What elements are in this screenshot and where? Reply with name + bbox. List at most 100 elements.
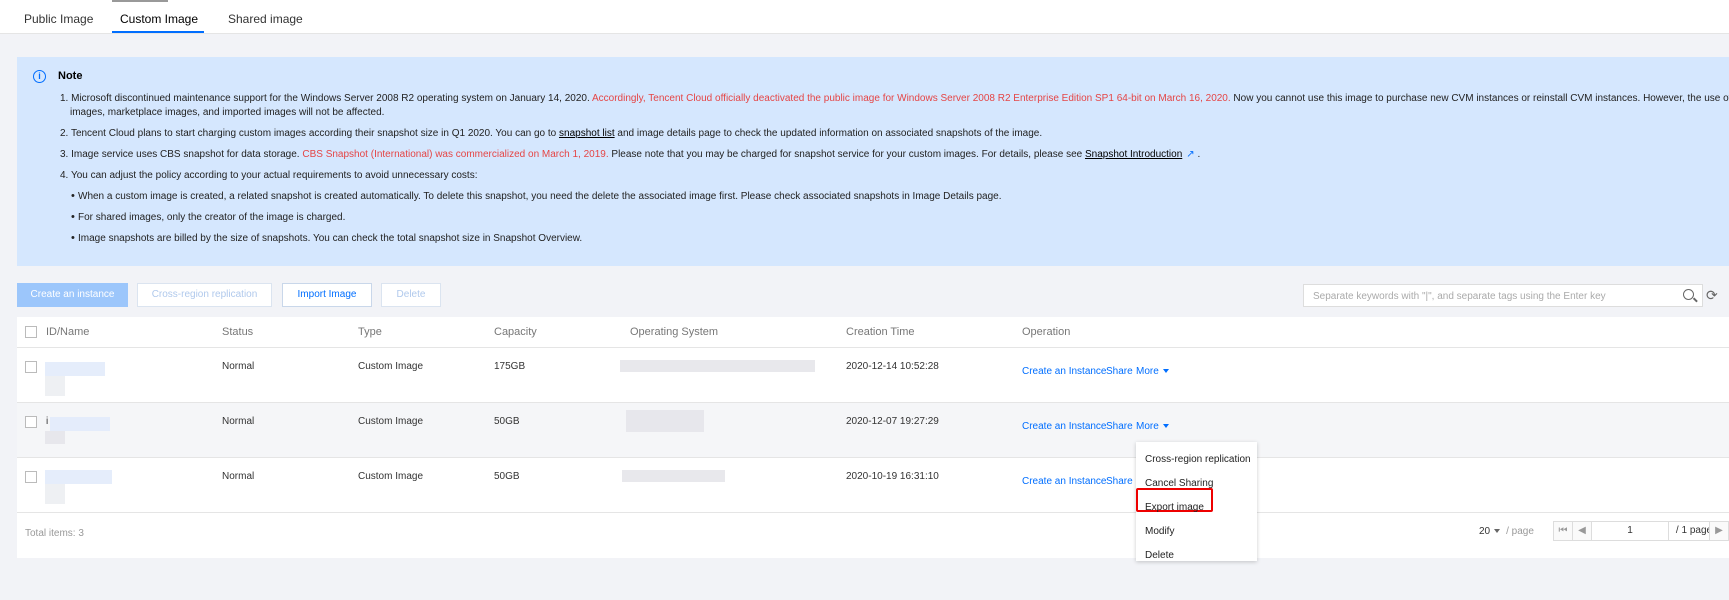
creation-time-text: 2020-12-14 10:52:28 <box>846 361 939 372</box>
more-dropdown-menu: Cross-region replication Cancel Sharing … <box>1136 442 1257 561</box>
note-item-4: 4. You can adjust the policy according t… <box>60 170 478 181</box>
create-instance-link[interactable]: Create an Instance <box>1022 366 1107 377</box>
row-checkbox[interactable] <box>25 361 37 373</box>
tab-public-image[interactable]: Public Image <box>24 12 93 26</box>
redacted-name <box>45 484 65 504</box>
column-header-id-name: ID/Name <box>46 326 90 338</box>
more-dropdown[interactable]: More <box>1136 421 1169 432</box>
row-checkbox[interactable] <box>25 471 37 483</box>
external-link-icon[interactable]: ↗ <box>1186 149 1194 160</box>
share-link[interactable]: Share <box>1106 476 1133 487</box>
search-icon[interactable] <box>1683 289 1694 300</box>
note-bullet: When a custom image is created, a relate… <box>71 189 1001 204</box>
more-dropdown[interactable]: More <box>1136 366 1169 377</box>
note-item-1-cont: images, marketplace images, and imported… <box>70 107 385 118</box>
tab-custom-image[interactable]: Custom Image <box>120 12 198 26</box>
note-text: and image details page to check the upda… <box>614 128 1043 139</box>
more-label: More <box>1136 421 1159 432</box>
status-text: Normal <box>222 361 255 372</box>
snapshot-introduction-link[interactable]: Snapshot Introduction <box>1085 149 1182 160</box>
table-row: Normal Custom Image 175GB 2020-12-14 10:… <box>17 348 1729 403</box>
type-text: Custom Image <box>358 471 424 482</box>
create-instance-button[interactable]: Create an instance <box>17 283 128 307</box>
capacity-text: 175GB <box>494 361 526 372</box>
status-text: Normal <box>222 416 255 427</box>
page-size-select[interactable]: 20 / page <box>1479 526 1534 537</box>
chevron-down-icon <box>1494 529 1501 534</box>
type-text: Custom Image <box>358 416 424 427</box>
note-bullet: For shared images, only the creator of t… <box>71 210 345 225</box>
refresh-icon[interactable]: ⟳ <box>1706 287 1718 304</box>
create-instance-link[interactable]: Create an Instance <box>1022 421 1107 432</box>
share-link[interactable]: Share <box>1106 421 1133 432</box>
redacted-id <box>45 470 112 484</box>
table-row: Normal Custom Image 50GB 2020-10-19 16:3… <box>17 458 1729 513</box>
capacity-text: 50GB <box>494 471 520 482</box>
note-title: Note <box>58 70 83 82</box>
next-page-button[interactable]: ▶ <box>1709 521 1729 541</box>
table-row: i Normal Custom Image 50GB 2020-12-07 19… <box>17 403 1729 458</box>
redacted-os <box>622 470 725 482</box>
chevron-down-icon <box>1162 369 1169 374</box>
note-item-3: 3. Image service uses CBS snapshot for d… <box>60 148 1200 162</box>
note-text: Please note that you may be charged for … <box>608 149 1085 160</box>
redacted-os <box>626 410 704 432</box>
page-number-input[interactable]: 1 <box>1591 521 1669 541</box>
delete-button[interactable]: Delete <box>381 283 441 307</box>
redacted-name <box>45 431 65 444</box>
note-warning-text: Accordingly, Tencent Cloud officially de… <box>591 93 1231 104</box>
note-text: 3. Image service uses CBS snapshot for d… <box>60 149 303 160</box>
total-items: Total items: 3 <box>25 528 84 539</box>
table-header: ID/Name Status Type Capacity Operating S… <box>17 317 1729 348</box>
note-item-1: 1. Microsoft discontinued maintenance su… <box>60 92 1729 106</box>
note-panel: i Note 1. Microsoft discontinued mainten… <box>17 57 1729 266</box>
creation-time-text: 2020-12-07 19:27:29 <box>846 416 939 427</box>
status-text: Normal <box>222 471 255 482</box>
column-header-operation: Operation <box>1022 326 1071 338</box>
redacted-name <box>45 376 65 396</box>
tab-shared-image[interactable]: Shared image <box>228 12 303 26</box>
page-size-value: 20 <box>1479 526 1491 537</box>
note-text: 1. Microsoft discontinued maintenance su… <box>60 93 592 104</box>
page-size-unit: / page <box>1506 526 1534 537</box>
menu-item-modify[interactable]: Modify <box>1145 526 1174 537</box>
menu-item-export-image[interactable]: Export image <box>1145 502 1204 513</box>
column-header-type: Type <box>358 326 382 338</box>
menu-item-delete[interactable]: Delete <box>1145 550 1174 561</box>
redacted-id <box>45 362 105 376</box>
active-tab-underline <box>112 31 204 33</box>
note-bullet: Image snapshots are billed by the size o… <box>71 231 582 246</box>
search-placeholder: Separate keywords with "|", and separate… <box>1313 291 1606 302</box>
note-text: 2. Tencent Cloud plans to start charging… <box>60 128 560 139</box>
type-text: Custom Image <box>358 361 424 372</box>
redacted-os <box>620 360 815 372</box>
redacted-id <box>50 417 110 431</box>
menu-item-cross-region-replication[interactable]: Cross-region replication <box>1145 454 1251 465</box>
tab-bar: Public Image Custom Image Shared image <box>0 0 1729 34</box>
snapshot-list-link[interactable]: snapshot list <box>559 128 615 139</box>
more-label: More <box>1136 366 1159 377</box>
cross-region-replication-button[interactable]: Cross-region replication <box>137 283 272 307</box>
share-link[interactable]: Share <box>1106 366 1133 377</box>
image-table: ID/Name Status Type Capacity Operating S… <box>17 317 1729 558</box>
column-header-capacity: Capacity <box>494 326 537 338</box>
row-checkbox[interactable] <box>25 416 37 428</box>
capacity-text: 50GB <box>494 416 520 427</box>
column-header-status: Status <box>222 326 254 338</box>
chevron-down-icon <box>1162 424 1169 429</box>
prev-page-button[interactable]: ◀ <box>1572 521 1592 541</box>
info-icon: i <box>33 70 46 83</box>
import-image-button[interactable]: Import Image <box>282 283 372 307</box>
image-id[interactable]: i <box>46 416 48 427</box>
first-page-button[interactable]: ⏮ <box>1553 521 1573 541</box>
select-all-checkbox[interactable] <box>25 326 37 338</box>
note-text: . <box>1194 149 1201 160</box>
create-instance-link[interactable]: Create an Instance <box>1022 476 1107 487</box>
tab-top-indicator <box>112 0 168 2</box>
note-warning-text: CBS Snapshot (International) was commerc… <box>302 149 609 160</box>
column-header-os: Operating System <box>630 326 719 338</box>
column-header-creation-time: Creation Time <box>846 326 915 338</box>
search-input[interactable]: Separate keywords with "|", and separate… <box>1303 284 1703 307</box>
note-item-2: 2. Tencent Cloud plans to start charging… <box>60 127 1042 141</box>
note-text: Now you cannot use this image to purchas… <box>1230 93 1729 104</box>
